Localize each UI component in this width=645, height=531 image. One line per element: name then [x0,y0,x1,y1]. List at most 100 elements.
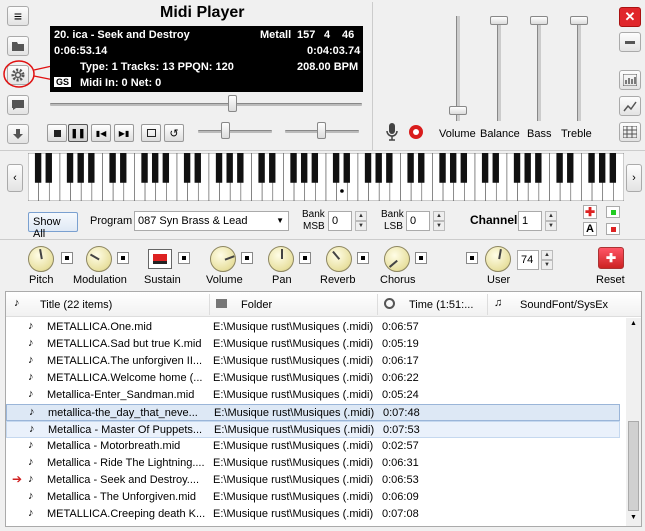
reset-button[interactable]: ✚ [598,247,624,269]
window-button[interactable] [141,124,161,142]
user-toggle[interactable] [466,252,478,264]
black-key[interactable] [300,153,308,183]
pitch-knob[interactable] [28,246,54,272]
loop-button[interactable]: ↺ [164,124,184,142]
modulation-toggle[interactable] [117,252,129,264]
minimize-button[interactable] [619,32,641,52]
channel-down[interactable]: ▼ [545,221,557,231]
red-indicator[interactable] [606,223,620,235]
black-key[interactable] [162,153,170,183]
scroll-up-icon[interactable]: ▲ [630,320,637,327]
graph-view-button[interactable] [619,96,641,116]
bank-msb-up[interactable]: ▲ [355,211,367,221]
bank-lsb-down[interactable]: ▼ [433,221,445,231]
next-button[interactable]: ▶▮ [114,124,134,142]
user-value-down[interactable]: ▼ [541,260,553,270]
keyboard-scroll-right[interactable]: › [626,164,642,192]
table-row[interactable]: ♪ METALLICA.Creeping death K... E:\Musique… [6,506,620,523]
menu-button[interactable]: ≡ [7,6,29,26]
channel-input[interactable]: 1 [518,211,542,231]
sustain-toggle[interactable] [178,252,190,264]
black-key[interactable] [439,153,446,183]
bank-msb-down[interactable]: ▼ [355,221,367,231]
black-key[interactable] [513,153,521,183]
show-all-button[interactable]: Show All [28,212,78,240]
table-row[interactable]: ♪ METALLICA.The unforgiven II... E:\Musiqu… [6,353,620,370]
volume-knob[interactable] [210,246,236,272]
channel-up[interactable]: ▲ [545,211,557,221]
previous-button[interactable]: ▮◀ [91,124,111,142]
black-key[interactable] [120,153,127,183]
scroll-thumb[interactable] [628,421,639,511]
user-value-input[interactable]: 74 [517,250,539,270]
pause-button[interactable]: ❚❚ [68,124,88,142]
stop-button[interactable] [47,124,67,142]
black-key[interactable] [66,153,74,183]
black-key[interactable] [481,153,489,183]
pan-knob[interactable] [268,246,294,272]
pitch-toggle[interactable] [61,252,73,264]
tempo-track[interactable] [198,130,272,133]
black-key[interactable] [151,153,159,183]
bank-lsb-up[interactable]: ▲ [433,211,445,221]
header-folder[interactable]: Folder [241,299,272,311]
bank-lsb-input[interactable]: 0 [406,211,430,231]
bank-msb-input[interactable]: 0 [328,211,352,231]
black-key[interactable] [141,153,148,183]
black-key[interactable] [567,153,574,183]
volume-thumb[interactable] [449,106,467,115]
black-key[interactable] [609,153,617,183]
table-row[interactable]: ♪ metallica-the_day_that_neve... E:\Musiqu… [6,404,620,421]
black-key[interactable] [183,153,191,183]
close-button[interactable]: ✕ [619,7,641,27]
user-knob[interactable] [485,246,511,272]
black-key[interactable] [588,153,595,183]
table-row[interactable]: ➔ ♪ Metallica - Seek and Destroy.... E:\Mus… [6,472,620,489]
table-row[interactable]: ♪ Metallica-Enter_Sandman.mid E:\Musique r… [6,387,620,404]
black-key[interactable] [386,153,393,183]
position-thumb[interactable] [228,95,237,112]
black-key[interactable] [194,153,201,183]
black-key[interactable] [524,153,531,183]
black-key[interactable] [375,153,382,183]
balance-thumb[interactable] [490,16,508,25]
black-key[interactable] [226,153,233,183]
balance-track[interactable] [497,16,501,121]
green-indicator[interactable] [606,206,620,218]
black-key[interactable] [332,153,340,183]
black-key[interactable] [407,153,414,183]
header-title[interactable]: Title (22 items) [40,299,112,311]
black-key[interactable] [269,153,276,183]
table-row[interactable]: ♪ METALLICA.One.mid E:\Musique rust\Musiqu… [6,319,620,336]
black-key[interactable] [460,153,468,183]
scroll-down-icon[interactable]: ▼ [630,514,637,521]
black-key[interactable] [109,153,116,183]
keyboard-scroll-left[interactable]: ‹ [7,164,23,192]
table-row[interactable]: ♪ METALLICA.Welcome home (... E:\Musique r… [6,370,620,387]
sustain-button[interactable] [148,249,172,269]
chorus-toggle[interactable] [415,252,427,264]
reverb-toggle[interactable] [357,252,369,264]
black-key[interactable] [556,153,563,183]
black-key[interactable] [34,153,42,183]
table-row[interactable]: ♪ METALLICA.Sad but true K.mid E:\Musique … [6,336,620,353]
table-row[interactable]: ♪ Metallica - Master Of Puppets... E:\Musi… [6,421,620,438]
open-folder-button[interactable] [7,36,29,56]
vertical-scrollbar[interactable]: ▲ ▼ [626,318,641,526]
black-key[interactable] [364,153,372,183]
table-row[interactable]: ♪ Metallica - Motorbreath.mid E:\Musique r… [6,438,620,455]
black-key[interactable] [215,153,223,183]
tempo-thumb[interactable] [221,122,230,139]
black-key[interactable] [258,153,265,183]
position-track[interactable] [50,103,362,106]
black-key[interactable] [311,153,319,183]
black-key[interactable] [45,153,52,183]
black-key[interactable] [77,153,84,183]
modulation-knob[interactable] [86,246,112,272]
microphone-icon[interactable] [385,122,399,142]
pan-toggle[interactable] [299,252,311,264]
program-select[interactable]: 087 Syn Brass & Lead ▼ [134,211,289,231]
table-row[interactable]: ♪ Metallica - Ride The Lightning.... E:\Mu… [6,455,620,472]
add-channel-button[interactable]: ✚ [583,205,597,219]
black-key[interactable] [492,153,499,183]
